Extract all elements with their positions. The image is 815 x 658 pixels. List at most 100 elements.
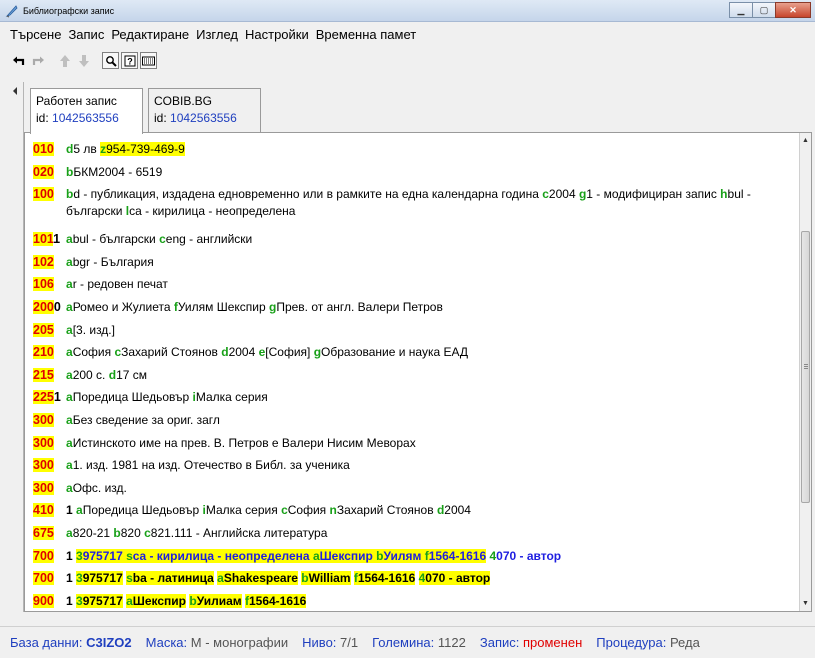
subfield-code: a: [66, 232, 73, 247]
record-field-row[interactable]: 900 1 3975717 aШекспир bУилиам f1564-161…: [33, 593, 793, 611]
subfield-code: n: [329, 503, 337, 518]
field-tag: 100: [33, 187, 54, 202]
help-button[interactable]: ?: [121, 52, 138, 69]
vertical-scrollbar[interactable]: ▲ ▼: [799, 133, 811, 611]
close-button[interactable]: ✕: [775, 2, 811, 18]
record-field-row[interactable]: 100 bd - публикация, издадена едновременн…: [33, 186, 793, 231]
subfield-code: a: [66, 345, 73, 360]
subfield-code: a: [66, 322, 73, 337]
tab-title: COBIB.BG: [154, 94, 213, 108]
record-field-row[interactable]: 1011 abul - български ceng - английски: [33, 231, 793, 254]
left-splitter[interactable]: [10, 82, 24, 612]
menu-search[interactable]: Търсене: [10, 27, 61, 42]
record-field-row[interactable]: 300 aОфс. изд.: [33, 480, 793, 503]
field-tag: 210: [33, 345, 54, 360]
record-field-row[interactable]: 102 abgr - България: [33, 254, 793, 277]
subfield-code: a: [126, 593, 133, 608]
field-content: d5 лв z954-739-469-9: [66, 142, 185, 156]
tab-id-value: 1042563556: [52, 111, 119, 125]
window-titlebar[interactable]: Библиографски запис ▁ ▢ ✕: [0, 0, 815, 22]
app-feather-icon: [4, 3, 20, 19]
record-field-row[interactable]: 205 a[3. изд.]: [33, 322, 793, 345]
field-content: bБКМ2004 - 6519: [66, 164, 163, 179]
status-mask: Маска: M - монографии: [145, 635, 289, 650]
maximize-icon: ▢: [759, 4, 769, 15]
subfield-code: a: [312, 548, 320, 563]
subfield-code: h: [720, 187, 728, 202]
tab-id-value: 1042563556: [170, 111, 237, 125]
close-icon: ✕: [789, 4, 797, 15]
field-content: abgr - България: [66, 254, 154, 269]
record-field-row[interactable]: 2251 aПоредица Шедьовър iМалка серия: [33, 389, 793, 412]
status-record: Запис: променен: [479, 635, 583, 650]
field-content: aИстинското име на прев. В. Петров е Вал…: [66, 435, 416, 450]
field-content: a[3. изд.]: [66, 322, 115, 337]
subfield-code: 3: [76, 571, 83, 586]
field-content: aРомео и Жулиета fУилям Шекспир gПрев. о…: [66, 299, 443, 314]
field-content: aБез сведение за ориг. загл: [66, 412, 220, 427]
record-field-row[interactable]: 410 1 aПоредица Шедьовър iМалка серия cС…: [33, 502, 793, 525]
record-field-row[interactable]: 215 a200 с. d17 см: [33, 367, 793, 390]
scroll-down-arrow-icon[interactable]: ▼: [800, 597, 811, 610]
subfield-code: a: [66, 254, 73, 269]
record-field-row[interactable]: 106 ar - редовен печат: [33, 276, 793, 299]
undo-arrow-icon: [12, 56, 24, 65]
scroll-up-arrow-icon[interactable]: ▲: [800, 134, 811, 147]
menu-clipboard[interactable]: Временна памет: [316, 27, 416, 42]
svg-text:?: ?: [127, 56, 133, 66]
help-icon: ?: [124, 55, 135, 66]
field-tag: 2251: [33, 390, 61, 405]
field-tag: 106: [33, 277, 54, 292]
menu-edit[interactable]: Редактиране: [111, 27, 189, 42]
subfield-code: d: [221, 345, 229, 360]
search-icon: [105, 55, 117, 67]
field-tag: 205: [33, 322, 54, 337]
redo-button[interactable]: [29, 52, 46, 69]
maximize-button[interactable]: ▢: [752, 2, 776, 18]
scrollbar-thumb[interactable]: [801, 231, 810, 503]
record-field-row[interactable]: 300 a1. изд. 1981 на изд. Отечество в Биб…: [33, 457, 793, 480]
field-content: ar - редовен печат: [66, 277, 168, 292]
search-button[interactable]: [102, 52, 119, 69]
move-up-icon: [59, 54, 70, 67]
record-field-row[interactable]: 300 aИстинското име на прев. В. Петров е …: [33, 435, 793, 458]
record-field-row[interactable]: 210 aСофия cЗахарий Стоянов d2004 e[София…: [33, 344, 793, 367]
redo-arrow-icon: [32, 56, 44, 65]
record-field-row[interactable]: 020 bБКМ2004 - 6519: [33, 164, 793, 187]
menu-view[interactable]: Изглед: [196, 27, 238, 42]
field-tag: 010: [33, 142, 54, 156]
move-down-button[interactable]: [75, 52, 92, 69]
field-tag: 300: [33, 458, 54, 473]
field-tag: 2000: [33, 299, 61, 314]
subfield-code: a: [66, 435, 73, 450]
record-editor[interactable]: 010 d5 лв z954-739-469-9 020 bБКМ2004 - 651…: [24, 132, 812, 612]
status-procedure: Процедура: Реда: [596, 635, 700, 650]
field-content: a1. изд. 1981 на изд. Отечество в Библ. …: [66, 458, 350, 473]
subfield-code: a: [66, 412, 73, 427]
tab-id-line: id: 1042563556: [36, 111, 119, 125]
subfield-code: c: [281, 503, 288, 518]
tab-working-record[interactable]: Работен запис id: 1042563556: [30, 88, 143, 134]
menu-settings[interactable]: Настройки: [245, 27, 309, 42]
record-field-row[interactable]: 2000 aРомео и Жулиета fУилям Шекспир gПре…: [33, 299, 793, 322]
tab-cobib-bg[interactable]: COBIB.BG id: 1042563556: [148, 88, 261, 132]
menu-bar: Търсене Запис Редактиране Изглед Настрой…: [0, 22, 815, 46]
field-content: 1 3975717 aШекспир bУилиам f1564-1616: [66, 593, 307, 608]
keyboard-button[interactable]: [140, 52, 157, 69]
field-content: bd - публикация, издадена едновременно и…: [66, 187, 751, 219]
move-up-button[interactable]: [56, 52, 73, 69]
subfield-code: b: [376, 548, 384, 563]
record-field-row[interactable]: 675 a820-21 b820 c821.111 - Английска лит…: [33, 525, 793, 548]
field-tag: 1011: [33, 232, 61, 247]
subfield-code: a: [66, 299, 73, 314]
record-field-row[interactable]: 700 1 3975717 sba - латиница aShakespear…: [33, 570, 793, 593]
undo-button[interactable]: [10, 52, 27, 69]
record-field-row[interactable]: 700 1 3975717 sca - кирилица - неопредел…: [33, 548, 793, 571]
minimize-button[interactable]: ▁: [729, 2, 753, 18]
record-field-row[interactable]: 300 aБез сведение за ориг. загл: [33, 412, 793, 435]
record-field-row[interactable]: 010 d5 лв z954-739-469-9: [33, 141, 793, 164]
subfield-code: a: [66, 525, 73, 540]
field-tag: 300: [33, 412, 54, 427]
menu-record[interactable]: Запис: [68, 27, 104, 42]
field-content: aОфс. изд.: [66, 480, 127, 495]
